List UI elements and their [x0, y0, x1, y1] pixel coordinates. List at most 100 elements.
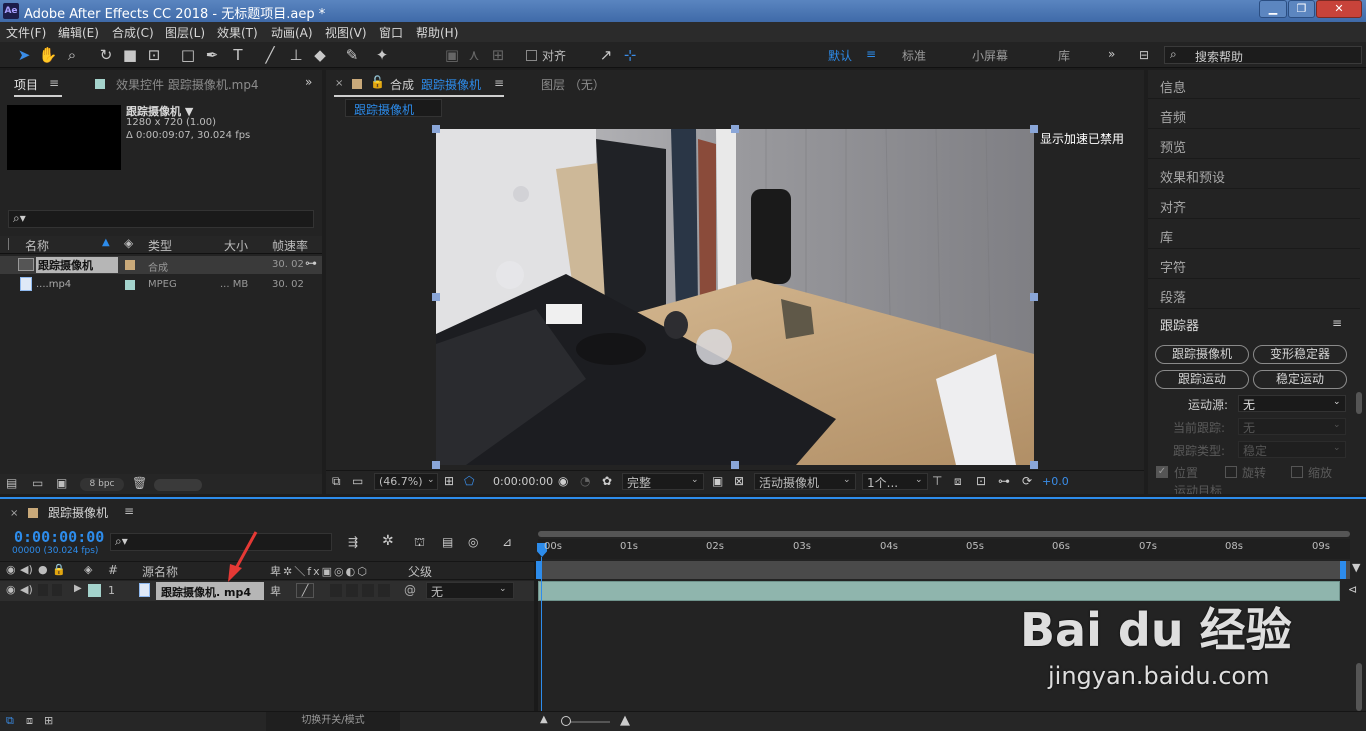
- view-axis-icon[interactable]: ⊞: [488, 45, 508, 65]
- layer-name[interactable]: 跟踪摄像机. mp4: [156, 582, 264, 600]
- align-checkbox[interactable]: [526, 50, 537, 61]
- tab-effect-controls[interactable]: 效果控件 跟踪摄像机.mp4: [116, 76, 259, 93]
- tracker-menu-icon[interactable]: ≡: [1332, 316, 1342, 330]
- track-camera-button[interactable]: 跟踪摄像机: [1155, 345, 1249, 364]
- parent-select[interactable]: 无 ⌄: [426, 582, 514, 599]
- flowchart-icon[interactable]: ⊶: [998, 474, 1010, 488]
- close-tab-icon[interactable]: ×: [10, 508, 18, 519]
- video-switch-icon[interactable]: ◉: [6, 563, 16, 576]
- menu-composition[interactable]: 合成(C): [112, 24, 154, 41]
- workspace-small-screen[interactable]: 小屏幕: [972, 47, 1008, 64]
- transform-handle[interactable]: [731, 461, 739, 469]
- col-name[interactable]: 名称: [25, 237, 49, 254]
- collapse-switch-icon[interactable]: 卑: [270, 583, 281, 599]
- panel-more-icon[interactable]: »: [305, 75, 312, 89]
- transform-handle[interactable]: [1030, 461, 1038, 469]
- comp-mini-flowchart-icon[interactable]: ⇶: [348, 535, 358, 549]
- transform-handle[interactable]: [432, 461, 440, 469]
- workspace-library[interactable]: 库: [1058, 47, 1070, 64]
- zoom-out-icon[interactable]: ▲: [540, 714, 548, 725]
- menu-animation[interactable]: 动画(A): [271, 24, 313, 41]
- workspace-more-icon[interactable]: »: [1108, 47, 1115, 61]
- transform-handle[interactable]: [1030, 293, 1038, 301]
- snapping-icon[interactable]: ⊹: [620, 45, 640, 65]
- zoom-slider-knob[interactable]: [561, 716, 571, 726]
- work-area-range[interactable]: [538, 561, 1350, 579]
- panel-effects-presets[interactable]: 效果和预设: [1148, 160, 1360, 189]
- clone-stamp-tool-icon[interactable]: ⊥: [286, 45, 306, 65]
- work-area-end-handle[interactable]: [1340, 561, 1346, 579]
- monitor-icon[interactable]: ▭: [352, 474, 363, 488]
- switch-cell[interactable]: [330, 584, 342, 597]
- sort-ascending-icon[interactable]: ▲: [102, 237, 110, 248]
- viewer-timecode[interactable]: 0:00:00:00: [493, 475, 553, 488]
- timeline-timecode[interactable]: 0:00:00:00: [14, 528, 104, 546]
- camera-view-select[interactable]: 活动摄像机 ⌄: [754, 473, 856, 490]
- project-row-name[interactable]: ....mp4: [36, 279, 71, 290]
- menu-effect[interactable]: 效果(T): [217, 24, 258, 41]
- in-out-pane-icon[interactable]: ⊞: [44, 714, 53, 727]
- tab-layer[interactable]: 图层 （无）: [541, 76, 605, 93]
- transfer-controls-pane-icon[interactable]: ⧈: [26, 714, 33, 728]
- tab-project[interactable]: 项目: [14, 76, 38, 93]
- project-row[interactable]: 跟踪摄像机 合成 30. 02 ⊶: [0, 256, 322, 274]
- trash-icon[interactable]: 🗑: [132, 476, 147, 490]
- panel-character[interactable]: 字符: [1148, 250, 1360, 279]
- reset-exposure-icon[interactable]: ⟳: [1022, 474, 1032, 488]
- layer-lock-toggle[interactable]: [52, 584, 62, 596]
- project-row-name[interactable]: 跟踪摄像机: [36, 257, 118, 273]
- comp-marker-bin-icon[interactable]: ▼: [1352, 561, 1360, 574]
- pen-tool-icon[interactable]: ✒: [202, 45, 222, 65]
- composition-viewer[interactable]: [436, 129, 1034, 465]
- world-axis-icon[interactable]: ⋏: [464, 45, 484, 65]
- col-type[interactable]: 类型: [148, 237, 172, 254]
- hand-tool-icon[interactable]: ✋: [38, 45, 58, 65]
- timeline-tab-name[interactable]: 跟踪摄像机: [48, 504, 108, 521]
- layer-visibility-icon[interactable]: ◉: [6, 583, 16, 596]
- switch-cell[interactable]: [378, 584, 390, 597]
- parent-pickwhip-icon[interactable]: @: [404, 583, 416, 597]
- panel-libraries[interactable]: 库: [1148, 220, 1360, 249]
- selection-tool-icon[interactable]: ➤: [14, 45, 34, 65]
- layer-solo-toggle[interactable]: [38, 584, 48, 596]
- transform-handle[interactable]: [432, 293, 440, 301]
- panel-preview[interactable]: 预览: [1148, 130, 1360, 159]
- layer-switches-pane-icon[interactable]: ⧉: [6, 714, 14, 728]
- help-search-box[interactable]: ⌕ 搜索帮助: [1164, 46, 1362, 64]
- frame-blending-icon[interactable]: ▤: [442, 535, 453, 549]
- zoom-in-icon[interactable]: ▲: [620, 713, 630, 728]
- project-panel-menu-icon[interactable]: ≡: [49, 76, 59, 90]
- layer-label-swatch[interactable]: [88, 584, 101, 597]
- transform-handle[interactable]: [432, 125, 440, 133]
- menu-edit[interactable]: 编辑(E): [58, 24, 99, 41]
- panel-align[interactable]: 对齐: [1148, 190, 1360, 219]
- toggle-pixel-aspect-icon[interactable]: ⊤: [932, 474, 942, 488]
- audio-switch-icon[interactable]: ◀): [20, 563, 33, 576]
- maximize-button[interactable]: ❐: [1288, 0, 1315, 18]
- work-area-bar[interactable]: [538, 531, 1350, 537]
- menu-file[interactable]: 文件(F): [6, 24, 46, 41]
- snapshot-icon[interactable]: ◉: [558, 474, 568, 488]
- lock-icon[interactable]: 🔓: [370, 75, 385, 89]
- shy-layers-icon[interactable]: ⛫: [414, 535, 425, 551]
- exposure-value[interactable]: +0.0: [1042, 475, 1069, 488]
- toggle-switches-modes-button[interactable]: 切换开关/模式: [266, 712, 400, 731]
- roto-brush-tool-icon[interactable]: ✎: [342, 45, 362, 65]
- comp-tab-name[interactable]: 跟踪摄像机: [421, 76, 481, 93]
- col-source-name[interactable]: 源名称: [142, 563, 178, 580]
- layer-audio-icon[interactable]: ◀): [20, 583, 33, 596]
- stabilize-motion-button[interactable]: 稳定运动: [1253, 370, 1347, 389]
- quality-switch-icon[interactable]: ╱: [296, 583, 314, 598]
- region-of-interest-icon[interactable]: ▣: [712, 474, 723, 488]
- menu-view[interactable]: 视图(V): [325, 24, 367, 41]
- col-size[interactable]: 大小: [224, 237, 248, 254]
- comp-panel-menu-icon[interactable]: ≡: [494, 76, 504, 90]
- graph-editor-icon[interactable]: ⊿: [502, 535, 512, 549]
- col-frame-rate[interactable]: 帧速率: [272, 237, 308, 254]
- new-composition-icon[interactable]: ▣: [56, 476, 67, 490]
- local-axis-icon[interactable]: ▣: [442, 45, 462, 65]
- camera-tool-icon[interactable]: ■: [120, 45, 140, 65]
- timeline-icon[interactable]: ⊡: [976, 474, 986, 488]
- mask-visibility-icon[interactable]: ⬠: [464, 474, 474, 488]
- close-button[interactable]: ✕: [1316, 0, 1362, 18]
